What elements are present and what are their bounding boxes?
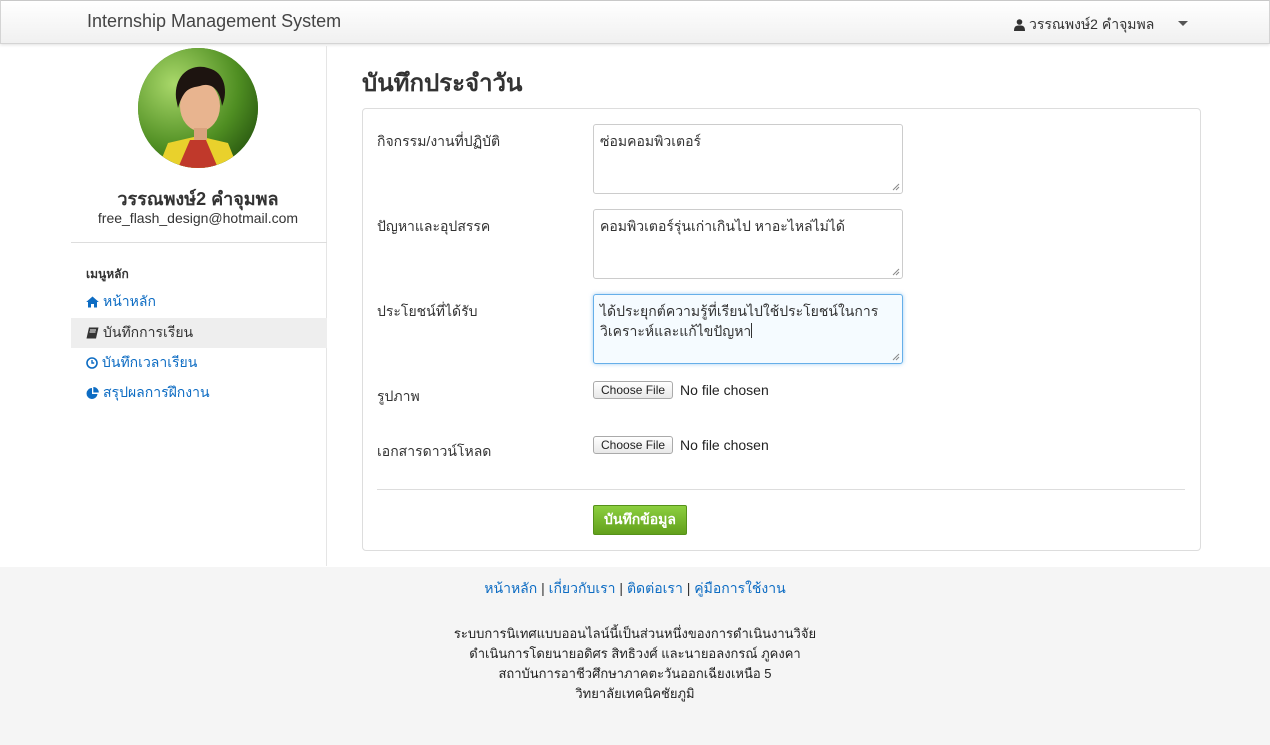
sidebar-item-time-log[interactable]: บันทึกเวลาเรียน bbox=[71, 348, 327, 378]
page-title: บันทึกประจำวัน bbox=[362, 70, 523, 97]
file-status: No file chosen bbox=[680, 382, 769, 398]
footer-link-home[interactable]: หน้าหลัก bbox=[484, 580, 537, 596]
chevron-down-icon[interactable] bbox=[1178, 21, 1188, 26]
problems-textarea[interactable]: คอมพิวเตอร์รุ่นเก่าเกินไป หาอะไหล่ไม่ได้ bbox=[593, 209, 903, 279]
app-title[interactable]: Internship Management System bbox=[87, 11, 341, 32]
sidebar-item-home[interactable]: หน้าหลัก bbox=[71, 287, 327, 317]
footer-separator: | bbox=[619, 580, 624, 596]
user-menu[interactable]: วรรณพงษ์2 คำจุมพล bbox=[1014, 14, 1154, 36]
avatar bbox=[138, 48, 258, 168]
problems-value: คอมพิวเตอร์รุ่นเก่าเกินไป หาอะไหล่ไม่ได้ bbox=[600, 218, 846, 234]
profile-name: วรรณพงษ์2 คำจุมพล bbox=[117, 189, 279, 209]
footer-text-line: วิทยาลัยเทคนิคชัยภูมิ bbox=[575, 686, 695, 701]
resize-handle-icon[interactable] bbox=[892, 353, 900, 361]
footer: หน้าหลัก | เกี่ยวกับเรา | ติดต่อเรา | คู… bbox=[0, 567, 1270, 745]
home-icon bbox=[86, 296, 99, 308]
user-icon bbox=[1014, 19, 1025, 31]
save-button[interactable]: บันทึกข้อมูล bbox=[593, 505, 687, 535]
document-file-input[interactable]: Choose File No file chosen bbox=[593, 436, 769, 454]
resize-handle-icon[interactable] bbox=[892, 268, 900, 276]
sidebar-item-summary[interactable]: สรุปผลการฝึกงาน bbox=[71, 378, 327, 408]
resize-handle-icon[interactable] bbox=[892, 183, 900, 191]
activity-textarea[interactable]: ซ่อมคอมพิวเตอร์ bbox=[593, 124, 903, 194]
book-icon bbox=[86, 327, 99, 339]
footer-text-line: ระบบการนิเทศแบบออนไลน์นี้เป็นส่วนหนึ่งขอ… bbox=[453, 626, 817, 641]
form-divider bbox=[377, 489, 1185, 490]
menu-header: เมนูหลัก bbox=[86, 267, 129, 281]
user-name: วรรณพงษ์2 คำจุมพล bbox=[1029, 16, 1155, 32]
image-label: รูปภาพ bbox=[377, 388, 420, 404]
benefits-textarea[interactable]: ได้ประยุกต์ความรู้ที่เรียนไปใช้ประโยชน์ใ… bbox=[593, 294, 903, 364]
sidebar-item-study-log[interactable]: บันทึกการเรียน bbox=[71, 318, 327, 348]
sidebar: วรรณพงษ์2 คำจุมพล free_flash_design@hotm… bbox=[0, 46, 327, 566]
problems-label: ปัญหาและอุปสรรค bbox=[377, 218, 491, 234]
file-status: No file chosen bbox=[680, 437, 769, 453]
sidebar-item-label: บันทึกเวลาเรียน bbox=[102, 354, 198, 370]
sidebar-divider bbox=[71, 242, 327, 243]
text-cursor bbox=[751, 323, 753, 338]
top-navbar: Internship Management System วรรณพงษ์2 ค… bbox=[0, 0, 1270, 44]
benefits-label: ประโยชน์ที่ได้รับ bbox=[377, 303, 478, 319]
choose-file-button[interactable]: Choose File bbox=[593, 436, 674, 454]
footer-text-line: สถาบันการอาชีวศึกษาภาคตะวันออกเฉียงเหนือ… bbox=[498, 666, 772, 681]
footer-link-manual[interactable]: คู่มือการใช้งาน bbox=[694, 580, 785, 596]
footer-separator: | bbox=[541, 580, 545, 596]
footer-link-contact[interactable]: ติดต่อเรา bbox=[627, 580, 683, 596]
activity-value: ซ่อมคอมพิวเตอร์ bbox=[600, 133, 702, 149]
profile-email: free_flash_design@hotmail.com bbox=[97, 210, 299, 226]
document-label: เอกสารดาวน์โหลด bbox=[377, 443, 492, 459]
benefits-value-line-1: ได้ประยุกต์ความรู้ที่เรียนไปใช้ประโยชน์ใ… bbox=[600, 303, 879, 319]
benefits-value-line-2: วิเคราะห์และแก้ไขปัญหา bbox=[600, 323, 752, 339]
sidebar-item-label: สรุปผลการฝึกงาน bbox=[103, 384, 210, 400]
footer-link-about[interactable]: เกี่ยวกับเรา bbox=[549, 580, 616, 596]
pie-chart-icon bbox=[86, 386, 99, 399]
activity-label: กิจกรรม/งานที่ปฏิบัติ bbox=[377, 133, 501, 149]
footer-separator: | bbox=[686, 580, 691, 596]
choose-file-button[interactable]: Choose File bbox=[593, 381, 674, 399]
image-file-input[interactable]: Choose File No file chosen bbox=[593, 381, 769, 399]
sidebar-item-label: บันทึกการเรียน bbox=[103, 324, 194, 340]
sidebar-item-label: หน้าหลัก bbox=[103, 293, 156, 309]
footer-text-line: ดำเนินการโดยนายอดิศร สิทธิวงศ์ และนายอลง… bbox=[469, 646, 801, 661]
clock-icon bbox=[86, 357, 98, 369]
footer-links: หน้าหลัก | เกี่ยวกับเรา | ติดต่อเรา | คู… bbox=[0, 578, 1270, 600]
